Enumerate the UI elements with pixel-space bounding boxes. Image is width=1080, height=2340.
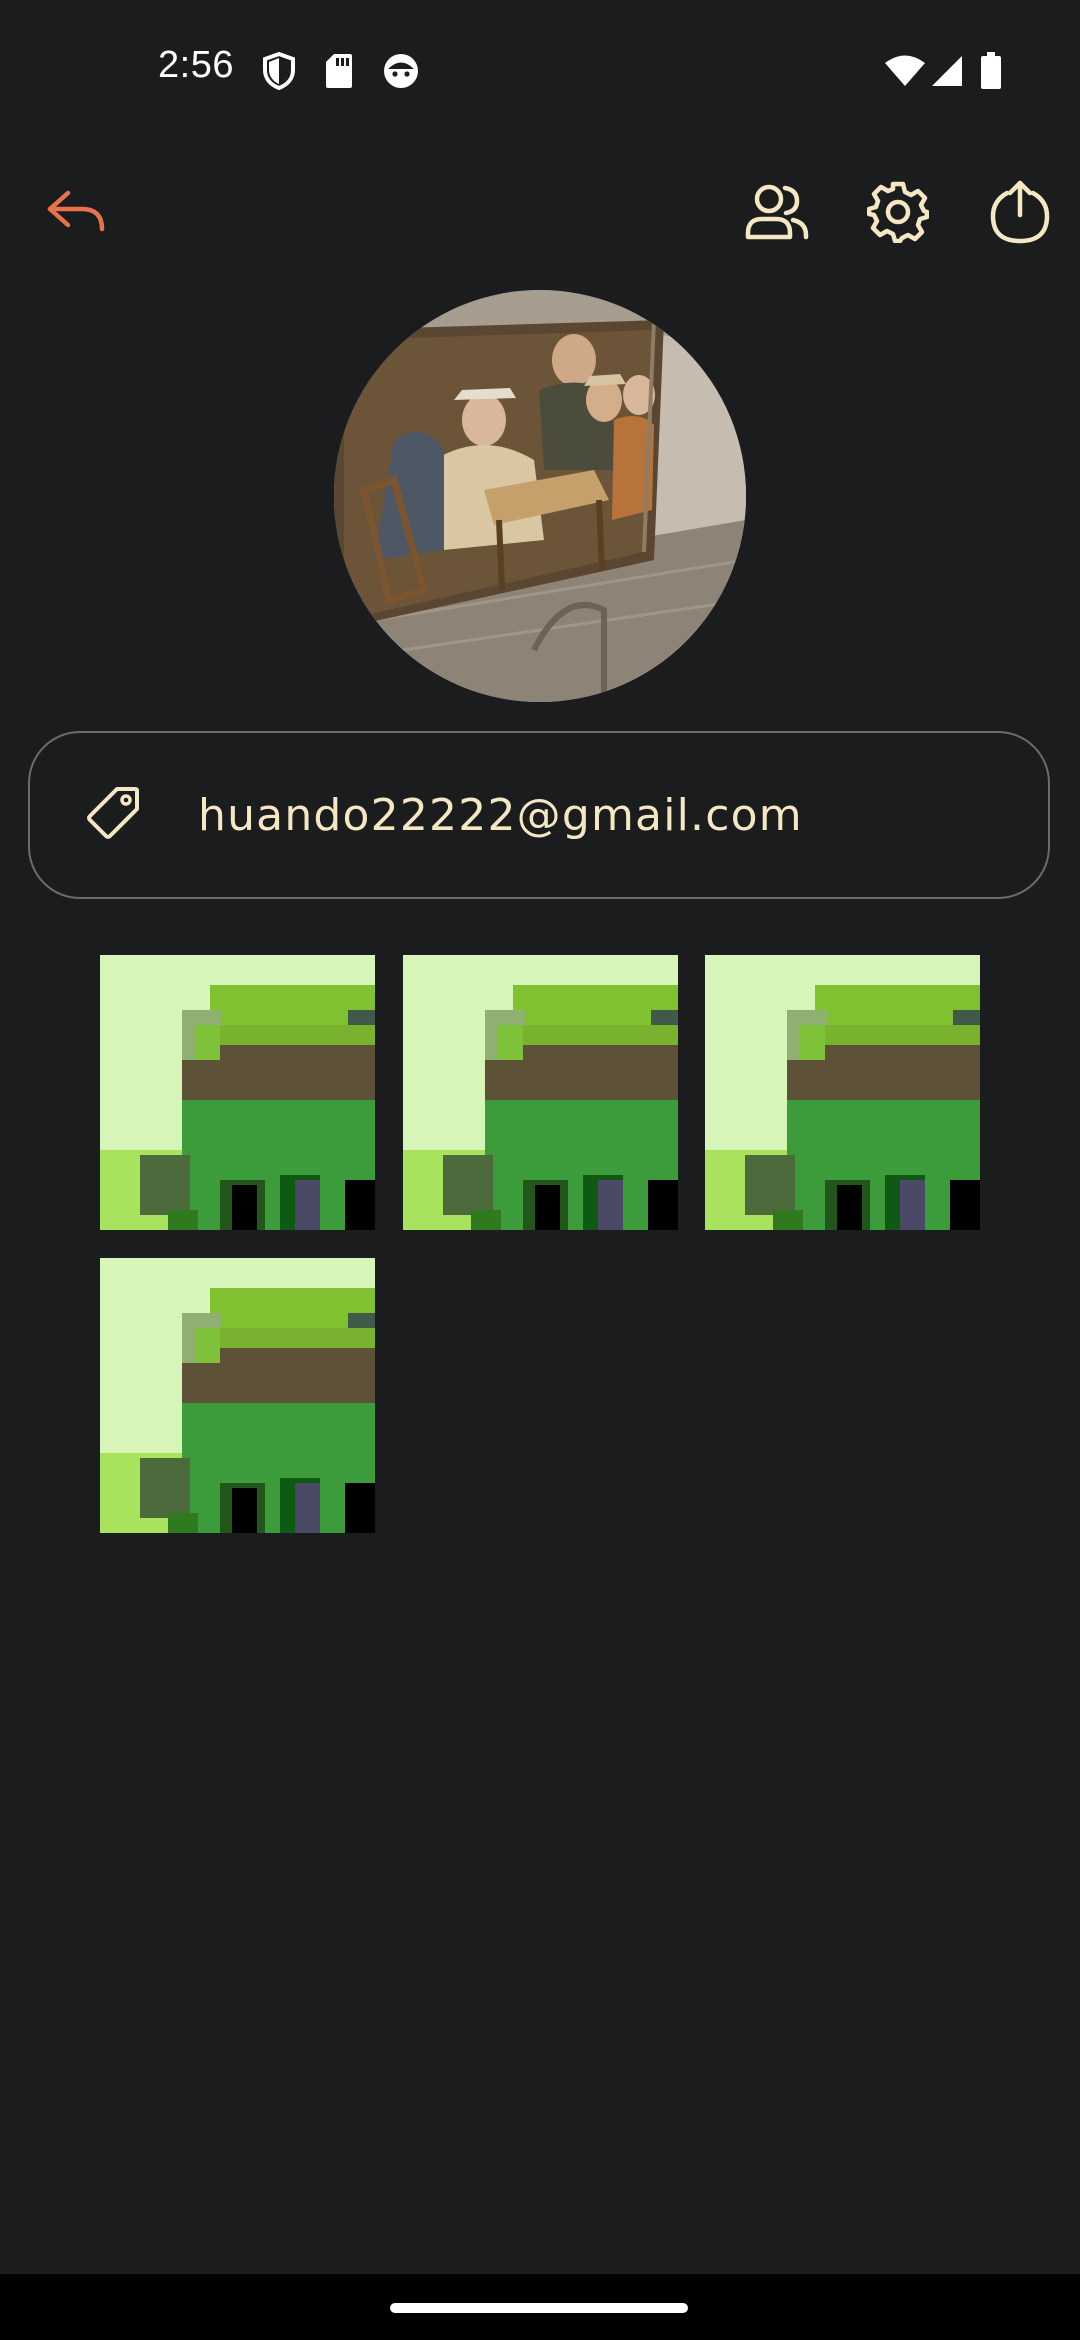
pixel-house-image bbox=[100, 955, 375, 1230]
gallery-tile[interactable] bbox=[403, 955, 678, 1230]
tag-icon bbox=[87, 785, 141, 844]
email-text: huando22222@gmail.com bbox=[198, 790, 803, 841]
home-indicator[interactable] bbox=[390, 2303, 688, 2313]
logout-icon bbox=[989, 179, 1051, 250]
gallery-tile[interactable] bbox=[100, 1258, 375, 1533]
shield-icon bbox=[262, 51, 296, 95]
back-icon bbox=[46, 187, 106, 242]
settings-button[interactable] bbox=[850, 166, 946, 262]
pixel-house-image bbox=[100, 1258, 375, 1533]
settings-icon bbox=[866, 181, 930, 248]
avatar[interactable] bbox=[334, 290, 746, 702]
signal-icon bbox=[930, 54, 964, 93]
status-time: 2:56 bbox=[158, 44, 234, 86]
back-button[interactable] bbox=[28, 166, 124, 262]
friends-icon bbox=[745, 183, 809, 246]
gallery-tile[interactable] bbox=[705, 955, 980, 1230]
pixel-house-image bbox=[403, 955, 678, 1230]
gallery-tile[interactable] bbox=[100, 955, 375, 1230]
face-icon bbox=[382, 52, 420, 95]
pixel-house-image bbox=[705, 955, 980, 1230]
battery-icon bbox=[980, 52, 1002, 95]
friends-button[interactable] bbox=[729, 166, 825, 262]
sd-card-icon bbox=[324, 52, 354, 95]
wifi-icon bbox=[884, 54, 926, 93]
logout-button[interactable] bbox=[972, 166, 1068, 262]
status-bar: 2:56 bbox=[0, 0, 1080, 140]
navigation-bar bbox=[0, 2274, 1080, 2340]
painting-photo bbox=[334, 290, 746, 702]
email-card: huando22222@gmail.com bbox=[28, 731, 1050, 899]
